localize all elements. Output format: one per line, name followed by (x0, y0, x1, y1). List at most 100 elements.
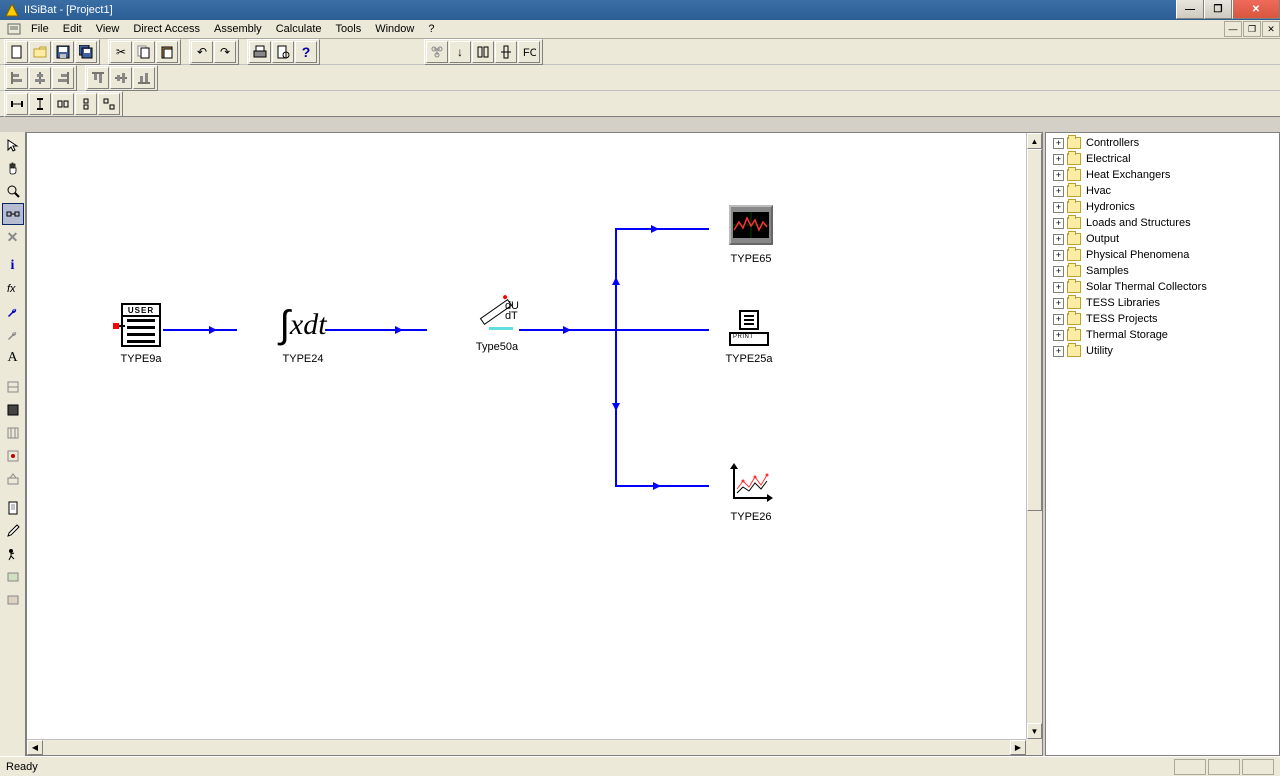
help-button[interactable]: ? (295, 41, 317, 63)
tool-equation[interactable]: fx (2, 278, 24, 300)
mdi-restore-button[interactable]: ❐ (1243, 21, 1261, 37)
align-center-v-button[interactable] (110, 67, 132, 89)
tree-item[interactable]: +TESS Libraries (1048, 295, 1277, 311)
tool-module[interactable] (2, 566, 24, 588)
tool-info[interactable]: i (2, 255, 24, 277)
tool-grid-4[interactable] (2, 445, 24, 467)
node-type50a[interactable]: dUdT Type50a (457, 291, 537, 353)
tool-grid-5[interactable] (2, 468, 24, 490)
wire[interactable] (615, 228, 709, 230)
canvas[interactable]: USER TYPE9a ∫xdt TYPE24 dUdT (27, 133, 1026, 739)
tool-wrench[interactable] (2, 301, 24, 323)
expand-icon[interactable]: + (1053, 250, 1064, 261)
menu-calculate[interactable]: Calculate (269, 21, 329, 37)
size-eq-both-button[interactable] (98, 93, 120, 115)
align-top-button[interactable] (87, 67, 109, 89)
node-type26[interactable]: TYPE26 (711, 461, 791, 523)
expand-icon[interactable]: + (1053, 138, 1064, 149)
tool-delete[interactable]: ✕ (2, 226, 24, 248)
tree-item[interactable]: +Utility (1048, 343, 1277, 359)
align-bottom-button[interactable] (133, 67, 155, 89)
tool-page[interactable] (2, 497, 24, 519)
tool-wrench-2[interactable] (2, 324, 24, 346)
size-eq-v-button[interactable] (75, 93, 97, 115)
expand-icon[interactable]: + (1053, 266, 1064, 277)
tool-grid-1[interactable] (2, 376, 24, 398)
mdi-minimize-button[interactable]: — (1224, 21, 1242, 37)
vertical-scrollbar[interactable]: ▲ ▼ (1026, 133, 1042, 739)
paste-button[interactable] (156, 41, 178, 63)
open-button[interactable] (29, 41, 51, 63)
align-right-button[interactable] (52, 67, 74, 89)
node-type9a[interactable]: USER TYPE9a (101, 303, 181, 365)
node-type24[interactable]: ∫xdt TYPE24 (263, 303, 343, 365)
tool-select[interactable] (2, 134, 24, 156)
wire[interactable] (615, 228, 617, 487)
copy-button[interactable] (133, 41, 155, 63)
tool-link[interactable] (2, 203, 24, 225)
tool-zoom[interactable] (2, 180, 24, 202)
maximize-button[interactable]: ❐ (1204, 0, 1232, 19)
wire[interactable] (615, 329, 709, 331)
assembly-btn-1[interactable] (426, 41, 448, 63)
menu-help[interactable]: ? (421, 21, 441, 37)
tree-item[interactable]: +Physical Phenomena (1048, 247, 1277, 263)
tool-module-2[interactable] (2, 589, 24, 611)
align-left-button[interactable] (6, 67, 28, 89)
expand-icon[interactable]: + (1053, 346, 1064, 357)
horizontal-scrollbar[interactable]: ◀ ▶ (27, 739, 1026, 755)
assembly-btn-5[interactable]: FOR (518, 41, 540, 63)
tool-grid-3[interactable] (2, 422, 24, 444)
menu-tools[interactable]: Tools (329, 21, 369, 37)
tree-item[interactable]: +TESS Projects (1048, 311, 1277, 327)
tree-item[interactable]: +Solar Thermal Collectors (1048, 279, 1277, 295)
tree-item[interactable]: +Hydronics (1048, 199, 1277, 215)
expand-icon[interactable]: + (1053, 218, 1064, 229)
mdi-close-button[interactable]: ✕ (1262, 21, 1280, 37)
scroll-up-button[interactable]: ▲ (1027, 133, 1042, 149)
node-type25a[interactable]: TYPE25a (709, 309, 789, 365)
print-button[interactable] (249, 41, 271, 63)
expand-icon[interactable]: + (1053, 234, 1064, 245)
tree-item[interactable]: +Electrical (1048, 151, 1277, 167)
assembly-btn-4[interactable] (495, 41, 517, 63)
menu-edit[interactable]: Edit (56, 21, 89, 37)
scroll-left-button[interactable]: ◀ (27, 740, 43, 755)
scroll-thumb[interactable] (1027, 149, 1042, 511)
component-tree[interactable]: +Controllers+Electrical+Heat Exchangers+… (1045, 132, 1280, 756)
tool-run[interactable] (2, 543, 24, 565)
menu-assembly[interactable]: Assembly (207, 21, 269, 37)
menu-direct-access[interactable]: Direct Access (126, 21, 207, 37)
tool-grid-2[interactable] (2, 399, 24, 421)
tool-text[interactable]: A (2, 347, 24, 369)
node-type65[interactable]: TYPE65 (711, 203, 791, 265)
dist-h-button[interactable] (6, 93, 28, 115)
expand-icon[interactable]: + (1053, 282, 1064, 293)
scroll-down-button[interactable]: ▼ (1027, 723, 1042, 739)
assembly-btn-2[interactable]: ↓ (449, 41, 471, 63)
undo-button[interactable]: ↶ (191, 41, 213, 63)
align-center-h-button[interactable] (29, 67, 51, 89)
print-preview-button[interactable] (272, 41, 294, 63)
expand-icon[interactable]: + (1053, 170, 1064, 181)
save-all-button[interactable] (75, 41, 97, 63)
save-button[interactable] (52, 41, 74, 63)
tree-item[interactable]: +Samples (1048, 263, 1277, 279)
minimize-button[interactable]: — (1176, 0, 1204, 19)
scroll-right-button[interactable]: ▶ (1010, 740, 1026, 755)
dist-v-button[interactable] (29, 93, 51, 115)
expand-icon[interactable]: + (1053, 154, 1064, 165)
size-eq-button[interactable] (52, 93, 74, 115)
assembly-btn-3[interactable] (472, 41, 494, 63)
close-button[interactable]: ✕ (1232, 0, 1280, 19)
expand-icon[interactable]: + (1053, 330, 1064, 341)
wire[interactable] (615, 485, 709, 487)
doc-menu-icon[interactable] (4, 23, 24, 35)
tree-item[interactable]: +Heat Exchangers (1048, 167, 1277, 183)
menu-view[interactable]: View (89, 21, 127, 37)
tree-item[interactable]: +Thermal Storage (1048, 327, 1277, 343)
expand-icon[interactable]: + (1053, 186, 1064, 197)
tool-hand[interactable] (2, 157, 24, 179)
cut-button[interactable]: ✂ (110, 41, 132, 63)
new-button[interactable] (6, 41, 28, 63)
